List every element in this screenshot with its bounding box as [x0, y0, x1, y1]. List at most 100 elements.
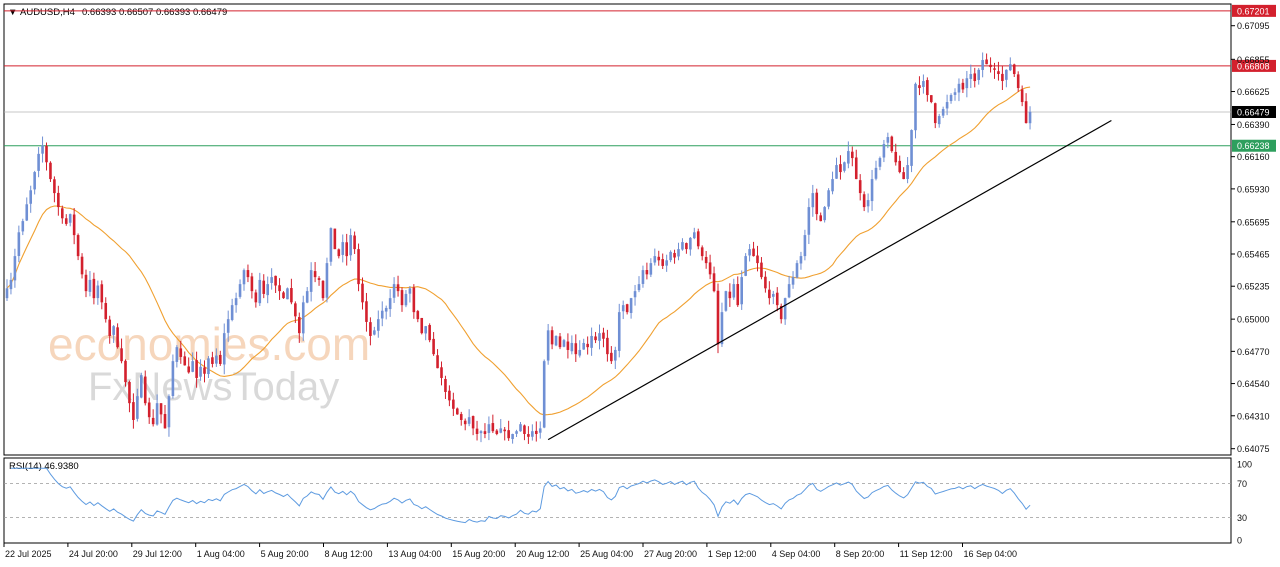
candle-body: [653, 256, 657, 263]
candle-body: [104, 303, 108, 320]
candle-body: [416, 311, 420, 320]
candle-body: [84, 274, 88, 292]
candle-body: [854, 157, 858, 180]
candle-body: [262, 280, 266, 294]
candle-body: [957, 83, 961, 93]
candle-body: [211, 357, 214, 364]
candle-body: [764, 276, 767, 289]
candle-body: [621, 305, 625, 312]
candle-body: [843, 162, 846, 171]
candle-body: [428, 325, 431, 341]
candle-body: [752, 248, 755, 257]
candle-body: [80, 256, 84, 275]
x-tick-label: 24 Jul 20:00: [69, 549, 118, 559]
candle-body: [617, 312, 621, 351]
candle-body: [827, 190, 830, 207]
candle-body: [523, 425, 526, 434]
candle-body: [404, 293, 408, 306]
candle-body: [361, 283, 364, 303]
candle-body: [120, 348, 123, 362]
candle-body: [116, 327, 119, 348]
candle-body: [507, 430, 510, 439]
candle-body: [72, 214, 76, 236]
candle-body: [76, 235, 80, 257]
candle-body: [937, 116, 941, 125]
candle-body: [171, 361, 175, 396]
candle-body: [685, 243, 688, 250]
candle-body: [1016, 74, 1020, 89]
candle-body: [519, 424, 522, 432]
candle-body: [400, 290, 404, 306]
candle-body: [353, 235, 356, 250]
candle-body: [440, 367, 443, 378]
x-tick-label: 16 Sep 04:00: [964, 549, 1018, 559]
candle-body: [313, 271, 317, 278]
candle-body: [377, 319, 380, 331]
candle-body: [396, 284, 400, 292]
rsi-tick-label: 100: [1237, 460, 1252, 470]
candle-body: [1024, 101, 1028, 124]
candle-body: [199, 366, 202, 377]
candle-body: [839, 164, 842, 173]
candle-body: [633, 291, 637, 298]
candle-body: [250, 276, 254, 292]
candle-body: [128, 381, 131, 404]
candle-body: [365, 301, 368, 322]
candle-body: [136, 396, 139, 419]
candle-body: [882, 144, 886, 158]
candle-body: [985, 59, 988, 65]
candle-body: [673, 252, 676, 258]
candle-body: [625, 304, 629, 313]
candle-body: [187, 366, 190, 373]
candle-body: [452, 399, 455, 409]
candle-body: [791, 277, 795, 285]
candle-body: [558, 336, 562, 348]
candle-body: [463, 420, 467, 425]
candle-body: [215, 355, 218, 364]
candle-body: [772, 293, 775, 297]
candle-body: [819, 215, 822, 222]
x-tick-label: 13 Aug 04:00: [388, 549, 441, 559]
y-tick-label: 0.65235: [1237, 282, 1270, 292]
candle-body: [815, 192, 819, 215]
candle-body: [582, 342, 585, 350]
candle-body: [254, 292, 258, 303]
candle-body: [799, 256, 803, 264]
candle-body: [716, 290, 720, 345]
candle-body: [744, 256, 747, 276]
candle-body: [870, 179, 874, 202]
candle-body: [459, 414, 463, 420]
candle-body: [301, 302, 305, 334]
candle-body: [29, 190, 32, 204]
candle-body: [890, 136, 894, 152]
candle-body: [420, 317, 424, 334]
candle-body: [57, 192, 60, 208]
candle-body: [775, 292, 779, 306]
candle-body: [246, 270, 250, 278]
candle-body: [96, 285, 100, 299]
candle-body: [436, 355, 439, 369]
candle-body: [432, 338, 435, 355]
x-tick-label: 15 Aug 20:00: [452, 549, 505, 559]
candle-body: [566, 341, 570, 350]
candle-body: [503, 429, 506, 432]
y-tick-label: 0.64770: [1237, 347, 1270, 357]
level-tag-text: 0.66238: [1237, 141, 1270, 151]
candle-body: [471, 416, 475, 429]
candle-body: [756, 255, 759, 264]
candle-body: [207, 358, 210, 375]
candle-body: [222, 333, 226, 365]
candle-body: [258, 279, 262, 304]
candle-body: [645, 270, 649, 275]
candle-body: [965, 78, 969, 89]
candle-body: [562, 340, 566, 347]
candle-body: [45, 145, 48, 163]
candle-body: [341, 242, 345, 255]
candle-body: [535, 430, 538, 434]
candle-body: [878, 158, 882, 167]
candle-body: [961, 82, 965, 90]
candle-body: [163, 413, 167, 429]
header-arrow-icon[interactable]: ▼: [8, 7, 17, 18]
candle-body: [886, 137, 890, 143]
candle-body: [226, 319, 230, 333]
